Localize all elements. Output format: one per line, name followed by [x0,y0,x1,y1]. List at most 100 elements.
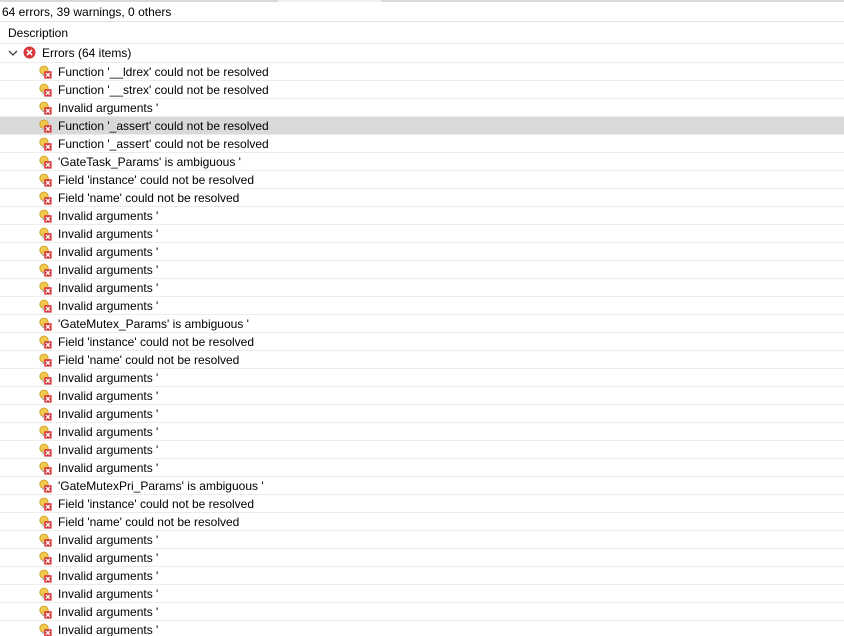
problem-item[interactable]: Field 'name' could not be resolved [0,350,844,368]
problem-description: Function '_assert' could not be resolved [58,137,269,151]
error-bulb-icon [39,245,52,259]
error-bulb-icon [39,173,52,187]
error-bulb-icon [39,623,52,636]
problem-description: Field 'instance' could not be resolved [58,335,255,349]
problem-description: 'GateTask_Params' is ambiguous ' [58,155,241,169]
problems-tree: Errors (64 items) Function '__ldrex' cou… [0,44,844,636]
tab-strip-segment [381,0,844,2]
error-bulb-icon [39,479,52,493]
tab-strip-segment [0,0,278,2]
error-bulb-icon [39,461,52,475]
problem-item[interactable]: Invalid arguments ' [0,548,844,566]
problem-item[interactable]: Invalid arguments ' [0,404,844,422]
tree-group-errors[interactable]: Errors (64 items) [0,44,844,62]
problem-item[interactable]: Function '_assert' could not be resolved [0,116,844,134]
error-bulb-icon [39,191,52,205]
error-bulb-icon [39,551,52,565]
problem-item[interactable]: Invalid arguments ' [0,530,844,548]
tree-group-label: Errors (64 items) [42,46,132,60]
problem-item[interactable]: Invalid arguments ' [0,224,844,242]
problem-item[interactable]: Function '_assert' could not be resolved [0,134,844,152]
problem-item[interactable]: 'GateMutexPri_Params' is ambiguous ' [0,476,844,494]
problem-description: Invalid arguments ' [58,551,159,565]
problem-item[interactable]: Field 'name' could not be resolved [0,188,844,206]
problem-item[interactable]: Invalid arguments ' [0,620,844,636]
problem-item[interactable]: Invalid arguments ' [0,260,844,278]
problem-description: Invalid arguments ' [58,623,159,636]
column-header-description[interactable]: Description [0,22,844,44]
error-bulb-icon [39,137,52,151]
view-tab-strip [0,0,844,2]
problem-item[interactable]: Invalid arguments ' [0,584,844,602]
problem-description: Invalid arguments ' [58,245,159,259]
error-bulb-icon [39,425,52,439]
problem-description: Function '_assert' could not be resolved [58,119,269,133]
problem-description: Invalid arguments ' [58,443,159,457]
problem-description: 'GateMutex_Params' is ambiguous ' [58,317,249,331]
problem-item[interactable]: Invalid arguments ' [0,422,844,440]
column-header-label: Description [8,26,69,40]
error-bulb-icon [39,443,52,457]
error-bulb-icon [39,65,52,79]
problem-item[interactable]: 'GateMutex_Params' is ambiguous ' [0,314,844,332]
problem-item[interactable]: Invalid arguments ' [0,602,844,620]
error-circle-icon [23,46,36,59]
problem-description: Invalid arguments ' [58,425,159,439]
problem-item[interactable]: Field 'instance' could not be resolved [0,332,844,350]
problem-item[interactable]: Field 'instance' could not be resolved [0,494,844,512]
problem-item[interactable]: Function '__strex' could not be resolved [0,80,844,98]
problem-item[interactable]: 'GateTask_Params' is ambiguous ' [0,152,844,170]
problem-list: Function '__ldrex' could not be resolved… [0,62,844,636]
problem-description: Invalid arguments ' [58,461,159,475]
error-bulb-icon [39,101,52,115]
problem-description: Function '__ldrex' could not be resolved [58,65,269,79]
error-bulb-icon [39,497,52,511]
error-bulb-icon [39,371,52,385]
error-bulb-icon [39,569,52,583]
problem-item[interactable]: Invalid arguments ' [0,458,844,476]
problem-item[interactable]: Invalid arguments ' [0,566,844,584]
error-bulb-icon [39,227,52,241]
problem-description: Field 'name' could not be resolved [58,515,240,529]
problem-description: Invalid arguments ' [58,209,159,223]
problem-description: Field 'instance' could not be resolved [58,173,255,187]
problem-item[interactable]: Invalid arguments ' [0,278,844,296]
error-bulb-icon [39,515,52,529]
problem-item[interactable]: Invalid arguments ' [0,368,844,386]
problem-description: Field 'instance' could not be resolved [58,497,255,511]
problem-item[interactable]: Function '__ldrex' could not be resolved [0,62,844,80]
problem-item[interactable]: Field 'instance' could not be resolved [0,170,844,188]
problem-description: Invalid arguments ' [58,605,159,619]
problem-description: Invalid arguments ' [58,533,159,547]
problem-item[interactable]: Invalid arguments ' [0,386,844,404]
chevron-down-icon[interactable] [7,46,19,60]
problem-description: Field 'name' could not be resolved [58,353,240,367]
problem-description: Invalid arguments ' [58,407,159,421]
problem-description: Field 'name' could not be resolved [58,191,240,205]
problem-item[interactable]: Invalid arguments ' [0,296,844,314]
error-bulb-icon [39,317,52,331]
problems-view: 64 errors, 39 warnings, 0 others Descrip… [0,0,844,636]
problem-item[interactable]: Invalid arguments ' [0,440,844,458]
problem-item[interactable]: Invalid arguments ' [0,242,844,260]
problem-description: Invalid arguments ' [58,371,159,385]
problem-item[interactable]: Field 'name' could not be resolved [0,512,844,530]
error-bulb-icon [39,353,52,367]
error-bulb-icon [39,605,52,619]
error-bulb-icon [39,389,52,403]
error-bulb-icon [39,263,52,277]
error-bulb-icon [39,155,52,169]
problem-description: Invalid arguments ' [58,299,159,313]
problem-description: Function '__strex' could not be resolved [58,83,269,97]
problem-item[interactable]: Invalid arguments ' [0,206,844,224]
error-bulb-icon [39,83,52,97]
problem-item[interactable]: Invalid arguments ' [0,98,844,116]
problem-description: Invalid arguments ' [58,101,159,115]
problem-description: 'GateMutexPri_Params' is ambiguous ' [58,479,264,493]
error-bulb-icon [39,209,52,223]
problem-description: Invalid arguments ' [58,227,159,241]
error-bulb-icon [39,587,52,601]
error-bulb-icon [39,281,52,295]
problem-description: Invalid arguments ' [58,587,159,601]
error-bulb-icon [39,299,52,313]
